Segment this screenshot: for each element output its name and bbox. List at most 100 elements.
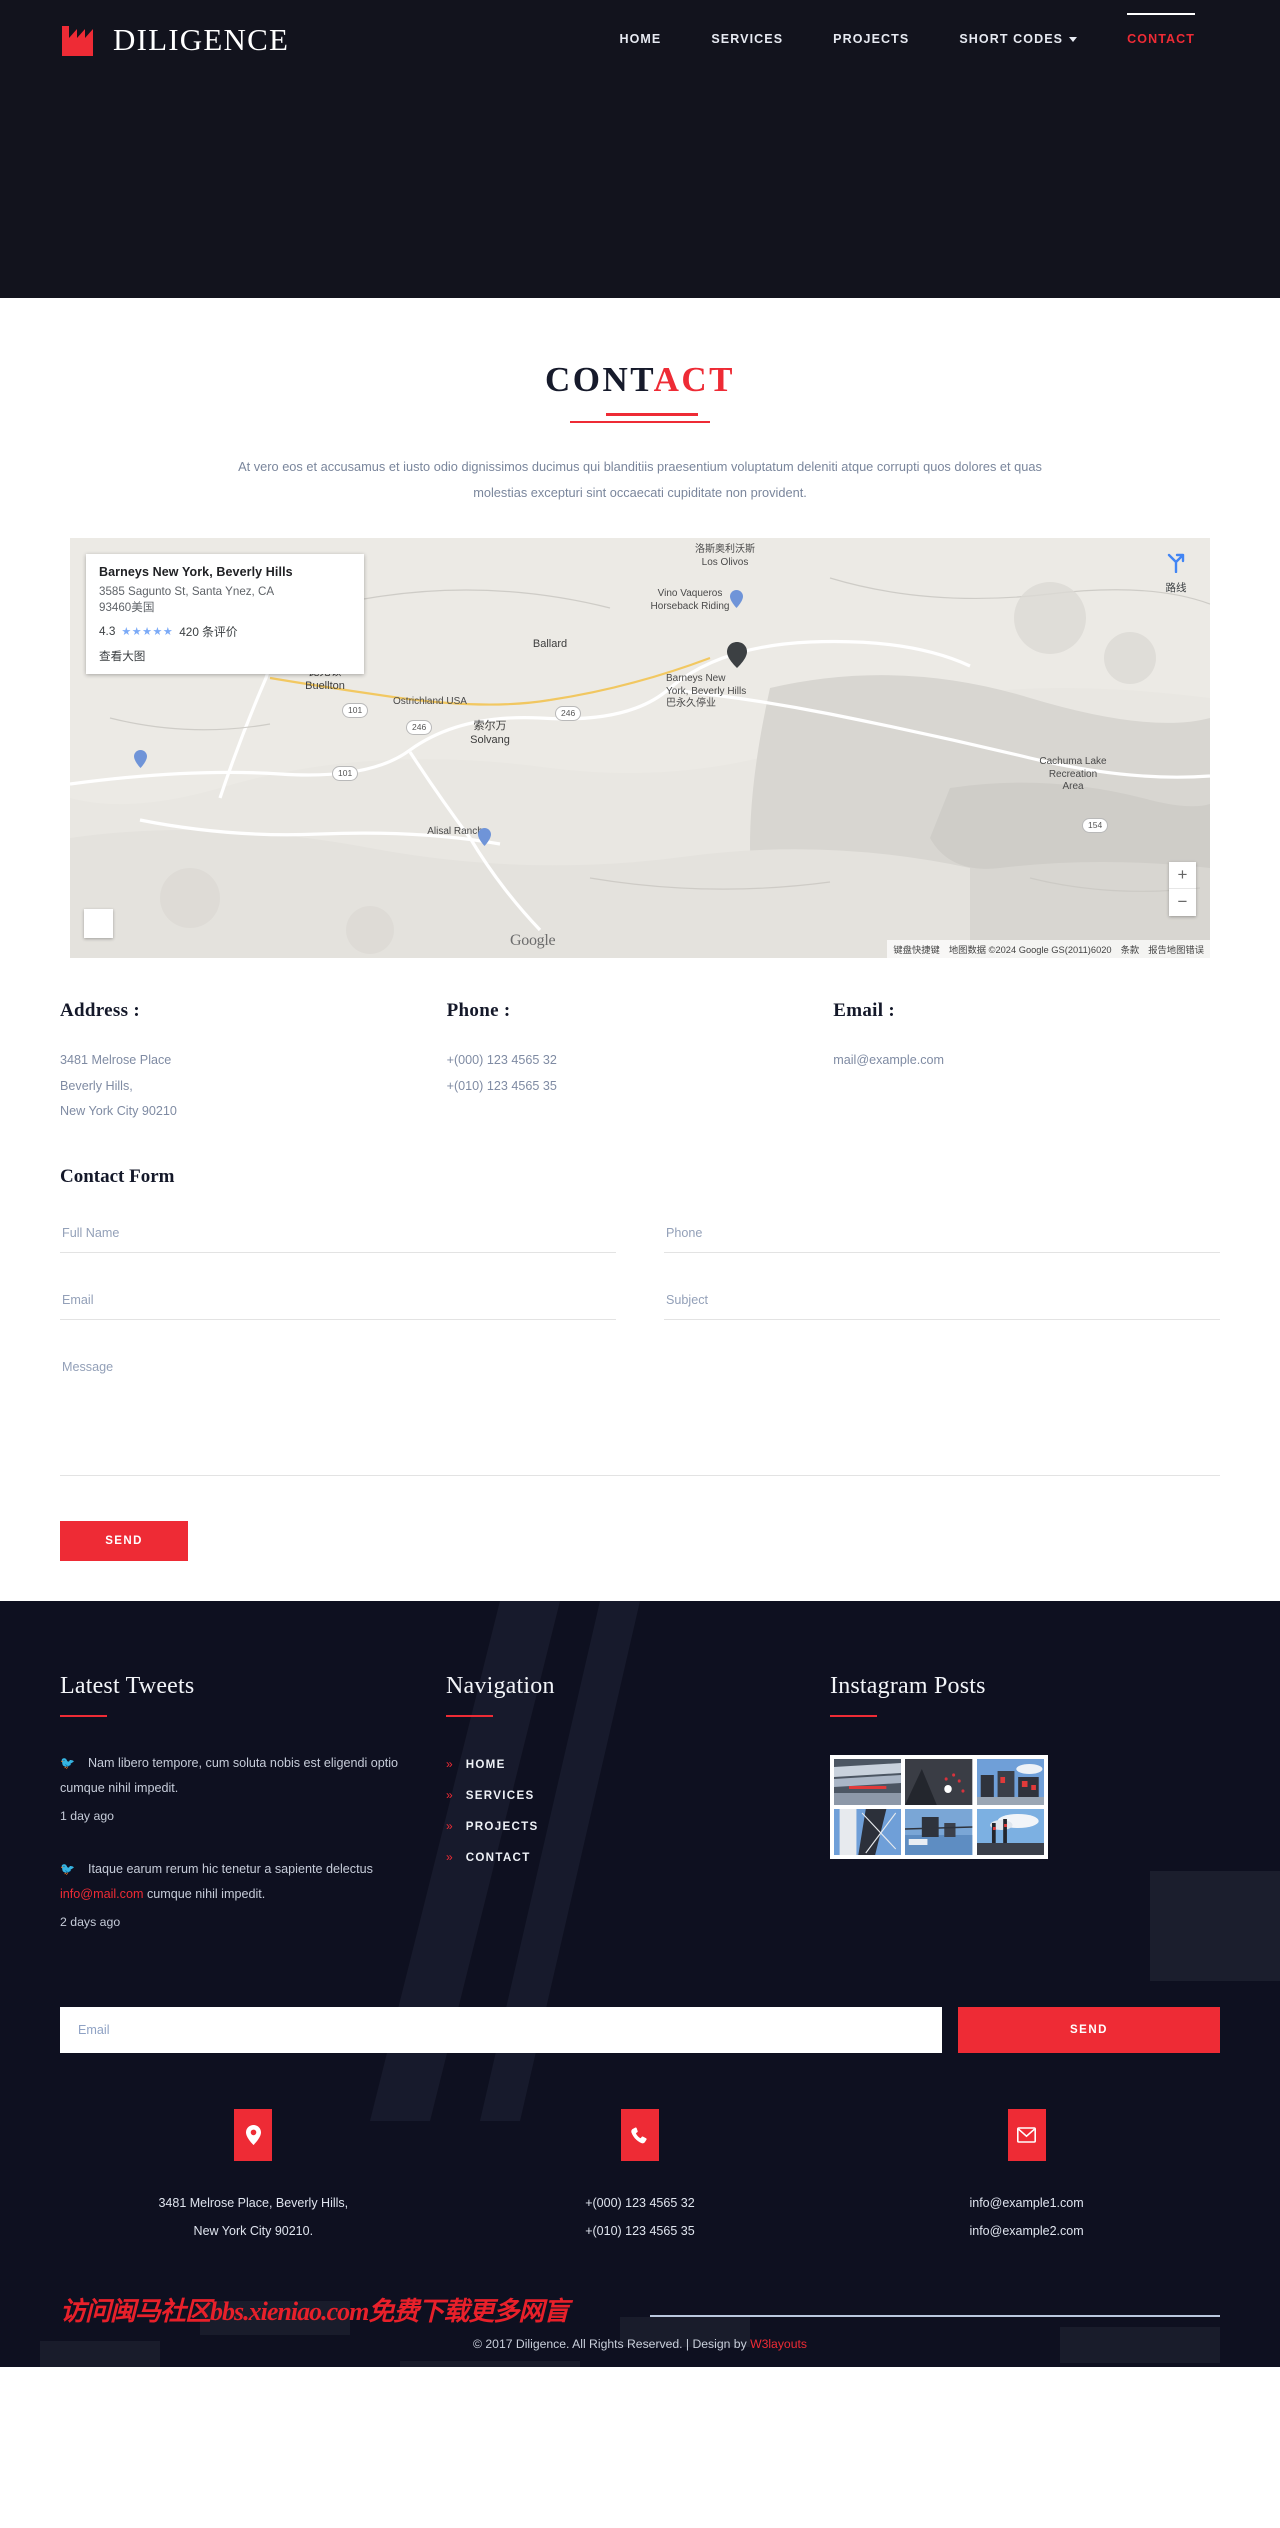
chevron-right-icon: » bbox=[446, 1850, 453, 1864]
info-line[interactable]: +(010) 123 4565 35 bbox=[447, 1074, 834, 1099]
map-zoom-out-button[interactable]: − bbox=[1169, 889, 1196, 916]
heading-underline bbox=[60, 1715, 107, 1717]
contact-box-lines: 3481 Melrose Place, Beverly Hills, New Y… bbox=[60, 2189, 447, 2245]
tweet-text: 🐦 Nam libero tempore, cum soluta nobis es… bbox=[60, 1756, 399, 1795]
instagram-post[interactable] bbox=[905, 1809, 973, 1855]
map-card-rating: 4.3 ★★★★★ 420 条评价 bbox=[99, 624, 238, 639]
tweet-time: 1 day ago bbox=[60, 1809, 115, 1824]
map-directions-button[interactable]: 路线 bbox=[1155, 551, 1197, 595]
footer-contact-boxes: 3481 Melrose Place, Beverly Hills, New Y… bbox=[60, 2109, 1220, 2245]
page-title: CONTACT bbox=[545, 360, 735, 399]
field-email bbox=[60, 1287, 616, 1320]
contact-box-line[interactable]: info@example1.com bbox=[833, 2189, 1220, 2217]
designer-link[interactable]: W3layouts bbox=[750, 2337, 807, 2351]
info-line[interactable]: mail@example.com bbox=[833, 1048, 1220, 1073]
brand-logo[interactable]: DILIGENCE bbox=[60, 22, 289, 56]
contact-form bbox=[60, 1220, 1220, 1515]
footer-content: Latest Tweets 🐦 Nam libero tempore, cum s… bbox=[60, 1673, 1220, 2337]
chevron-right-icon: » bbox=[446, 1757, 453, 1771]
heading-underline bbox=[830, 1715, 877, 1717]
newsletter-email-input[interactable] bbox=[60, 2007, 942, 2054]
map-card-address: 3585 Sagunto St, Santa Ynez, CA 93460美国 bbox=[99, 585, 275, 615]
footer-nav-item-projects[interactable]: » PROJECTS bbox=[446, 1819, 786, 1833]
nav-item-home[interactable]: HOME bbox=[594, 22, 686, 56]
twitter-icon: 🐦 bbox=[60, 1756, 75, 1770]
star-rating-icon: ★★★★★ bbox=[121, 625, 174, 638]
footer-nav-item-services[interactable]: » SERVICES bbox=[446, 1788, 786, 1802]
field-subject bbox=[664, 1287, 1220, 1320]
send-button[interactable]: SEND bbox=[60, 1521, 188, 1561]
email-input[interactable] bbox=[60, 1287, 616, 1320]
title-divider bbox=[570, 413, 710, 424]
heading-underline bbox=[446, 1715, 493, 1717]
info-line: Beverly Hills, bbox=[60, 1078, 133, 1093]
subject-input[interactable] bbox=[664, 1287, 1220, 1320]
route-shield: 101 bbox=[342, 703, 369, 718]
instagram-post[interactable] bbox=[976, 1759, 1044, 1805]
tweet-item: 🐦 Nam libero tempore, cum soluta nobis es… bbox=[60, 1751, 400, 1823]
instagram-post[interactable] bbox=[905, 1759, 973, 1805]
footer-heading-instagram: Instagram Posts bbox=[830, 1673, 986, 1699]
phone-input[interactable] bbox=[664, 1220, 1220, 1253]
full-name-input[interactable] bbox=[60, 1220, 616, 1253]
nav-item-contact[interactable]: CONTACT bbox=[1102, 13, 1220, 56]
info-line: New York City 90210 bbox=[60, 1103, 177, 1118]
tweet-email-link[interactable]: info@mail.com bbox=[60, 1887, 143, 1901]
google-map[interactable]: 洛斯奥利沃斯 Los Olivos Vino Vaqueros Horsebac… bbox=[70, 538, 1210, 959]
brand-name: DILIGENCE bbox=[113, 21, 290, 57]
map-attrib-shortcuts[interactable]: 键盘快捷键 bbox=[893, 942, 940, 956]
map-fullscreen-button[interactable] bbox=[84, 909, 113, 939]
tweet-item: 🐦 Itaque earum rerum hic tenetur a sapien… bbox=[60, 1857, 400, 1929]
field-message bbox=[60, 1354, 1220, 1481]
map-marker-icon bbox=[134, 750, 147, 769]
footer-column-tweets: Latest Tweets 🐦 Nam libero tempore, cum s… bbox=[60, 1673, 400, 1929]
map-marker-icon bbox=[730, 590, 743, 609]
info-column-address: Address : 3481 Melrose Place Beverly Hil… bbox=[60, 1000, 447, 1124]
contact-form-heading: Contact Form bbox=[60, 1166, 175, 1187]
contact-box-line: 3481 Melrose Place, Beverly Hills, bbox=[158, 2196, 349, 2211]
info-heading: Address : bbox=[60, 1000, 140, 1022]
site-footer: Latest Tweets 🐦 Nam libero tempore, cum s… bbox=[0, 1601, 1280, 2368]
message-textarea[interactable] bbox=[60, 1354, 1220, 1476]
tweet-time: 2 days ago bbox=[60, 1915, 121, 1930]
map-zoom-controls[interactable]: + − bbox=[1169, 862, 1196, 917]
contact-box-line[interactable]: +(010) 123 4565 35 bbox=[447, 2217, 834, 2245]
instagram-post[interactable] bbox=[834, 1759, 902, 1805]
contact-box-phone: +(000) 123 4565 32 +(010) 123 4565 35 bbox=[447, 2109, 834, 2245]
newsletter-send-button[interactable]: SEND bbox=[958, 2007, 1220, 2054]
contact-box-email: info@example1.com info@example2.com bbox=[833, 2109, 1220, 2245]
route-shield: 101 bbox=[332, 766, 359, 781]
map-info-card[interactable]: Barneys New York, Beverly Hills 3585 Sag… bbox=[86, 554, 364, 674]
info-heading: Email : bbox=[833, 1000, 895, 1022]
map-marker-icon bbox=[478, 828, 491, 847]
contact-box-line[interactable]: +(000) 123 4565 32 bbox=[447, 2189, 834, 2217]
nav-item-services[interactable]: SERVICES bbox=[686, 22, 808, 56]
map-zoom-in-button[interactable]: + bbox=[1169, 862, 1196, 890]
instagram-grid bbox=[830, 1755, 1048, 1859]
footer-nav-item-home[interactable]: » HOME bbox=[446, 1757, 786, 1771]
field-phone bbox=[664, 1220, 1220, 1253]
contact-box-line[interactable]: info@example2.com bbox=[833, 2217, 1220, 2245]
map-card-view-larger[interactable]: 查看大图 bbox=[99, 648, 352, 664]
main-nav: HOME SERVICES PROJECTS SHORT CODES CONTA… bbox=[594, 13, 1220, 56]
footer-nav-item-contact[interactable]: » CONTACT bbox=[446, 1850, 786, 1864]
factory-icon bbox=[60, 22, 102, 56]
instagram-post[interactable] bbox=[834, 1809, 902, 1855]
info-heading: Phone : bbox=[446, 1000, 511, 1022]
map-attrib-report[interactable]: 报告地图错误 bbox=[1148, 942, 1204, 956]
map-attrib-terms[interactable]: 条款 bbox=[1121, 942, 1140, 956]
contact-info-row: Address : 3481 Melrose Place Beverly Hil… bbox=[60, 1000, 1220, 1124]
google-logo: Google bbox=[510, 932, 556, 950]
newsletter-form: SEND bbox=[60, 2007, 1220, 2054]
nav-item-projects[interactable]: PROJECTS bbox=[808, 22, 934, 56]
field-full-name bbox=[60, 1220, 616, 1253]
info-lines: mail@example.com bbox=[833, 1048, 1220, 1073]
nav-item-short-codes[interactable]: SHORT CODES bbox=[934, 22, 1102, 56]
section-description: At vero eos et accusamus et iusto odio d… bbox=[238, 459, 1042, 501]
info-column-phone: Phone : +(000) 123 4565 32 +(010) 123 45… bbox=[447, 1000, 834, 1124]
chevron-down-icon bbox=[1069, 37, 1078, 43]
copyright-bar: © 2017 Diligence. All Rights Reserved. |… bbox=[0, 2337, 1280, 2367]
instagram-post[interactable] bbox=[976, 1809, 1044, 1855]
info-line[interactable]: +(000) 123 4565 32 bbox=[447, 1048, 834, 1073]
page-root: DILIGENCE HOME SERVICES PROJECTS SHORT C… bbox=[0, 0, 1280, 2368]
